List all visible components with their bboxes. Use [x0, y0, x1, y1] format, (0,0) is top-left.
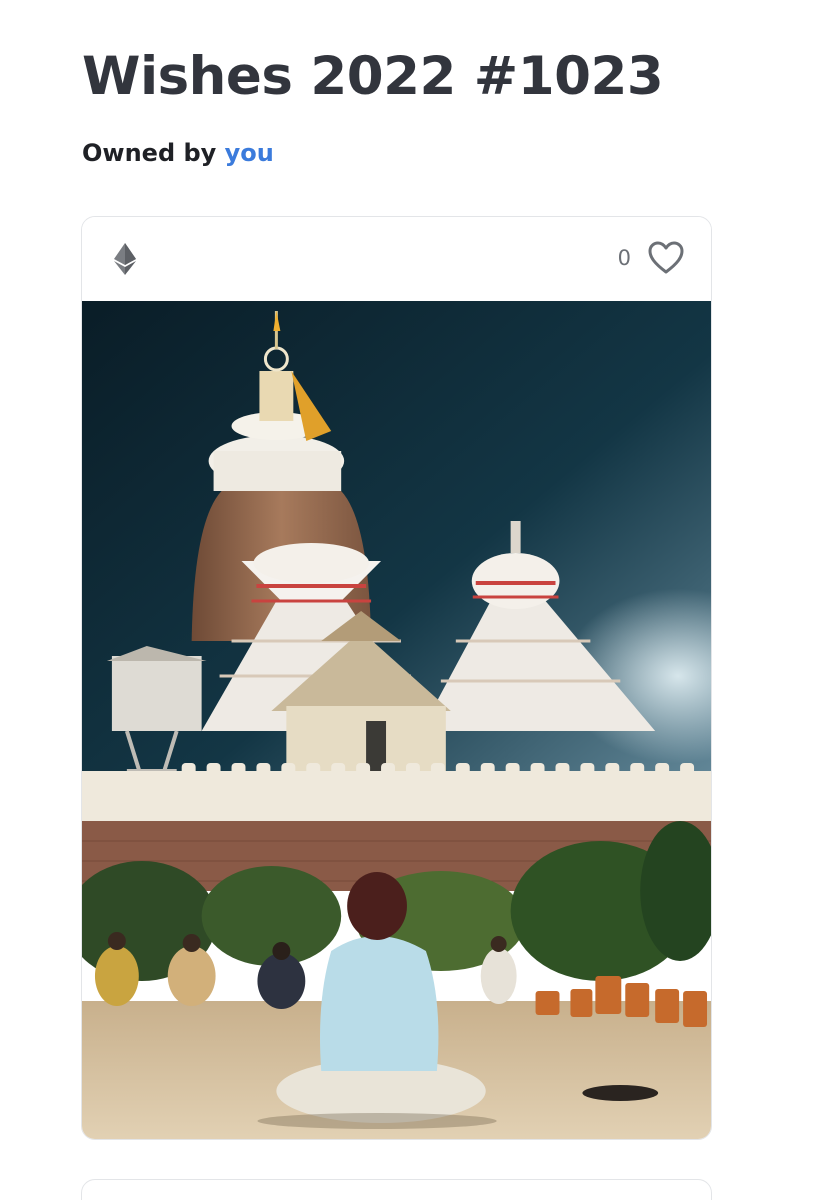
heart-icon[interactable] — [648, 241, 684, 275]
nft-image[interactable] — [82, 301, 711, 1140]
like-count: 0 — [617, 246, 631, 270]
owner-link[interactable]: you — [225, 139, 274, 167]
ethereum-icon — [114, 243, 136, 275]
nft-title: Wishes 2022 #1023 — [82, 46, 664, 107]
card-header: 0 — [82, 217, 711, 301]
nft-card: 0 — [81, 216, 712, 1140]
owner-line: Owned by you — [82, 139, 274, 167]
next-card — [81, 1179, 712, 1200]
nft-detail-page: Wishes 2022 #1023 Owned by you 0 — [0, 0, 817, 1200]
owned-by-label: Owned by — [82, 139, 217, 167]
